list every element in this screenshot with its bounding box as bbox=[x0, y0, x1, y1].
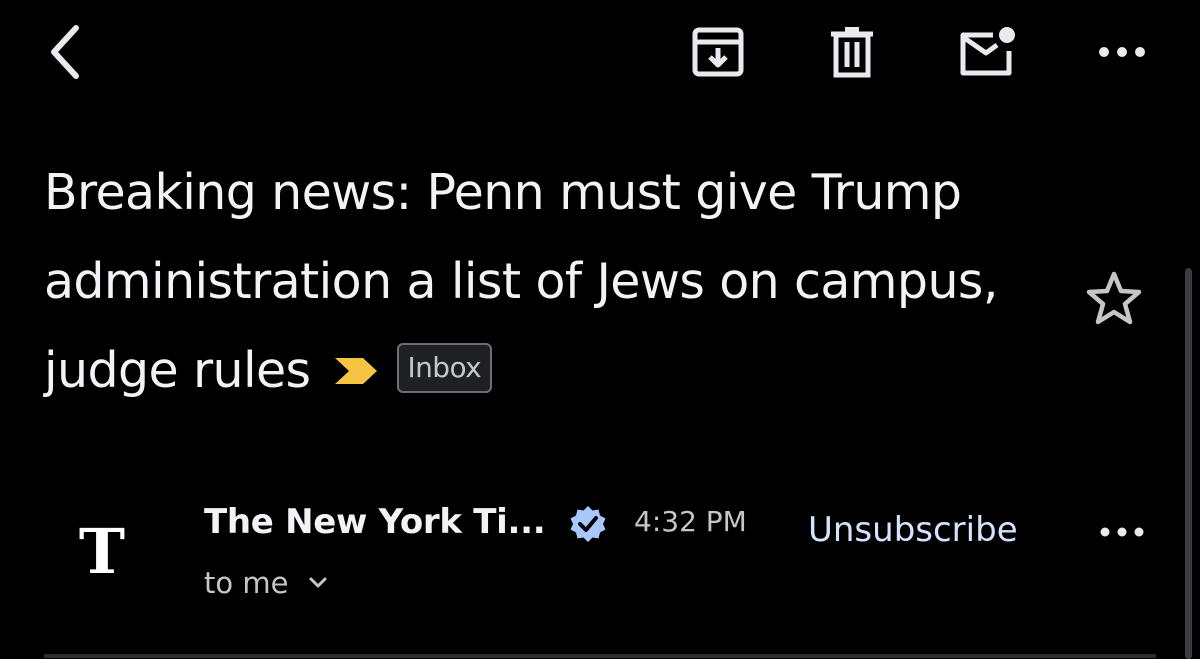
sender-name[interactable]: The New York Ti... bbox=[204, 502, 546, 542]
star-outline-icon bbox=[1086, 271, 1142, 325]
top-app-bar bbox=[0, 0, 1200, 110]
more-options-button[interactable] bbox=[1088, 20, 1156, 84]
avatar-letter: T bbox=[78, 515, 126, 588]
archive-button[interactable] bbox=[684, 20, 752, 84]
back-button[interactable] bbox=[32, 16, 96, 88]
verified-badge-icon bbox=[570, 506, 606, 542]
delete-button[interactable] bbox=[818, 20, 886, 84]
star-button[interactable] bbox=[1082, 268, 1146, 328]
sender-avatar[interactable]: T bbox=[66, 516, 138, 588]
sender-row: T The New York Ti... 4:32 PM Unsubscribe… bbox=[0, 490, 1200, 630]
message-divider bbox=[44, 654, 1156, 658]
scrollbar-thumb[interactable] bbox=[1185, 268, 1192, 659]
chevron-down-icon bbox=[309, 577, 327, 588]
chevron-left-icon bbox=[51, 25, 79, 79]
recipient-details-toggle[interactable]: to me bbox=[204, 566, 328, 600]
received-time: 4:32 PM bbox=[634, 505, 747, 538]
email-subject: Breaking news: Penn must give Trump admi… bbox=[44, 148, 1044, 418]
unsubscribe-link[interactable]: Unsubscribe bbox=[808, 510, 1018, 550]
mark-unread-button[interactable] bbox=[952, 20, 1024, 84]
inbox-label-chip[interactable]: Inbox bbox=[396, 342, 493, 393]
recipient-summary: to me bbox=[204, 566, 289, 600]
archive-icon bbox=[692, 27, 744, 77]
more-horizontal-icon bbox=[1100, 527, 1144, 537]
subject-block: Breaking news: Penn must give Trump admi… bbox=[44, 148, 1044, 418]
trash-icon bbox=[831, 27, 873, 78]
more-horizontal-icon bbox=[1099, 47, 1145, 57]
mail-unread-icon bbox=[960, 27, 1015, 76]
important-arrow-icon[interactable] bbox=[333, 325, 379, 414]
subject-text: Breaking news: Penn must give Trump admi… bbox=[44, 164, 998, 399]
message-more-button[interactable] bbox=[1092, 506, 1152, 558]
